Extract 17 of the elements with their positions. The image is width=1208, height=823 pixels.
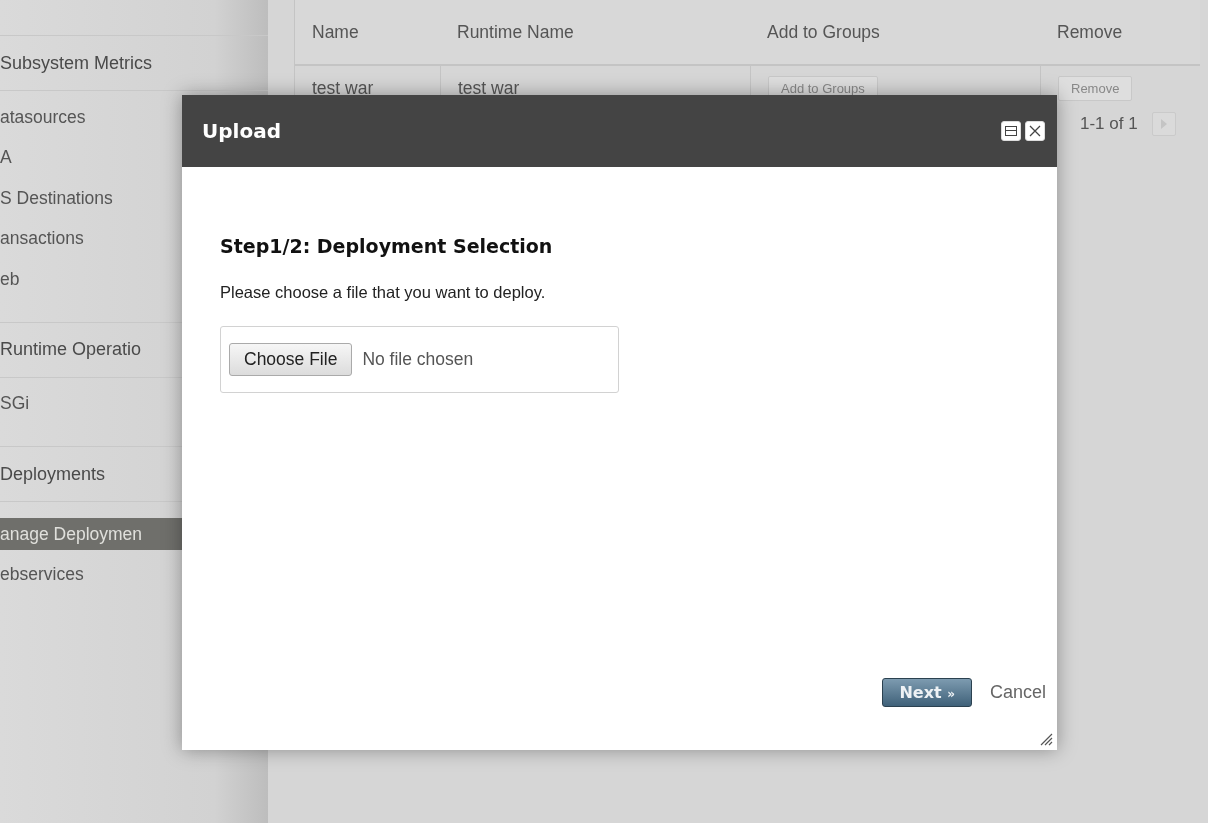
file-status-text: No file chosen <box>362 349 474 370</box>
next-button[interactable]: Next » <box>882 677 972 707</box>
window-icon <box>1005 126 1017 136</box>
cancel-link[interactable]: Cancel <box>989 681 1046 703</box>
pager-text: 1-1 of 1 <box>1080 114 1138 134</box>
column-header: Name <box>294 0 440 66</box>
file-input-field[interactable]: Choose File No file chosen <box>220 326 619 393</box>
dialog-title: Upload <box>202 119 282 143</box>
maximize-button[interactable] <box>1001 121 1021 141</box>
instruction-text: Please choose a file that you want to deploy. <box>220 283 547 302</box>
close-icon <box>1029 125 1041 137</box>
close-button[interactable] <box>1025 121 1045 141</box>
resize-grip-icon[interactable] <box>1039 732 1053 746</box>
step-heading: Step1/2: Deployment Selection <box>220 235 554 257</box>
sidebar-section-header: Subsystem Metrics <box>0 35 268 91</box>
remove-button[interactable]: Remove <box>1058 75 1133 101</box>
choose-file-button[interactable]: Choose File <box>229 343 353 376</box>
